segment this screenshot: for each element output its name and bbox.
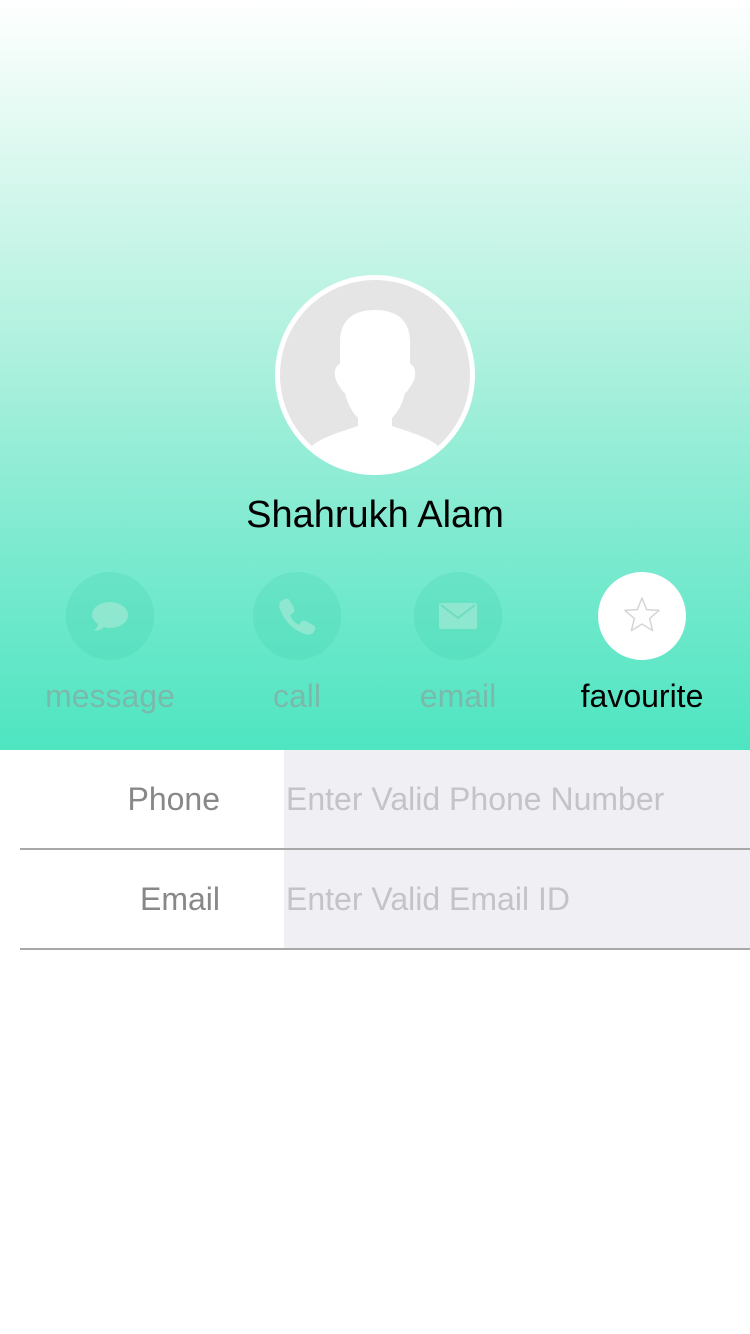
message-bubble-icon	[92, 602, 128, 631]
favourite-button[interactable]	[598, 572, 686, 660]
avatar-placeholder	[280, 280, 470, 470]
message-action[interactable]: message	[10, 572, 210, 722]
star-outline-icon	[624, 597, 660, 632]
email-row: Email	[0, 850, 750, 950]
contact-name: Shahrukh Alam	[246, 494, 504, 536]
call-button[interactable]	[253, 572, 341, 660]
person-silhouette-icon	[300, 310, 450, 470]
avatar[interactable]	[275, 275, 475, 475]
favourite-label: favourite	[580, 678, 704, 714]
email-input[interactable]	[284, 850, 750, 948]
phone-icon	[279, 598, 316, 635]
email-button[interactable]	[414, 572, 502, 660]
phone-row: Phone	[0, 750, 750, 850]
phone-label: Phone	[127, 781, 220, 817]
message-label: message	[45, 678, 175, 714]
email-field-label: Email	[139, 881, 220, 917]
envelope-icon	[439, 603, 477, 629]
message-button[interactable]	[66, 572, 154, 660]
email-label: email	[419, 678, 497, 714]
email-action[interactable]: email	[358, 572, 558, 722]
contact-header: Shahrukh Alam message call email favouri…	[0, 0, 750, 750]
email-divider	[20, 948, 750, 950]
favourite-action[interactable]: favourite	[542, 572, 742, 722]
phone-input[interactable]	[284, 750, 750, 848]
